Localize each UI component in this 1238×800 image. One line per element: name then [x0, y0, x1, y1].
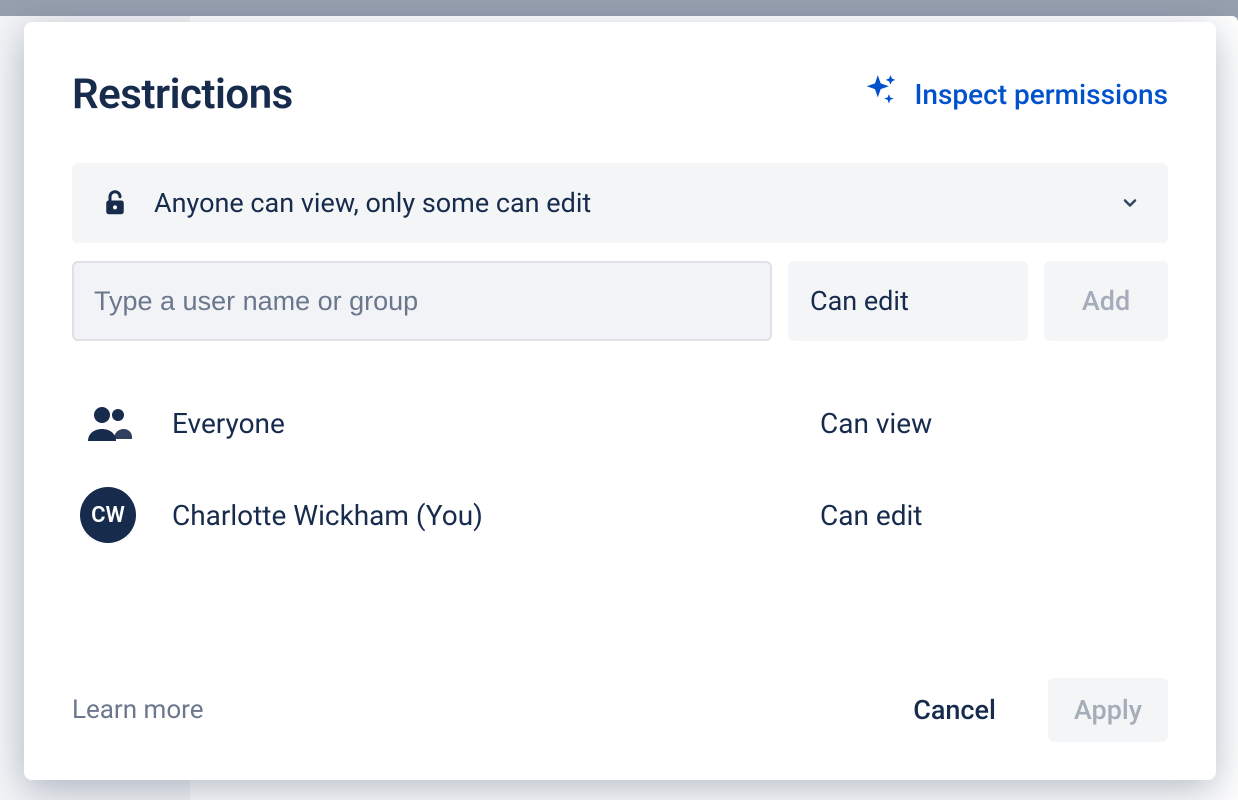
cancel-button[interactable]: Cancel: [887, 678, 1022, 742]
group-icon: [80, 395, 136, 451]
entry-name: Charlotte Wickham (You): [172, 499, 784, 532]
restriction-level-label: Anyone can view, only some can edit: [154, 187, 1096, 219]
add-button-label: Add: [1082, 285, 1130, 317]
modal-title: Restrictions: [72, 70, 293, 119]
entry-permission: Can view: [820, 407, 1160, 440]
new-user-permission-select[interactable]: Can edit: [788, 261, 1028, 341]
inspect-permissions-label: Inspect permissions: [914, 78, 1168, 111]
restriction-level-select[interactable]: Anyone can view, only some can edit: [72, 163, 1168, 243]
apply-button[interactable]: Apply: [1048, 678, 1168, 742]
add-button[interactable]: Add: [1044, 261, 1168, 341]
sparkle-icon: [862, 72, 900, 117]
permission-list: Everyone Can view CW Charlotte Wickham (…: [72, 377, 1168, 561]
avatar: CW: [80, 487, 136, 543]
modal-footer: Learn more Cancel Apply: [72, 678, 1168, 742]
inspect-permissions-link[interactable]: Inspect permissions: [862, 72, 1168, 117]
chevron-down-icon: [1120, 193, 1140, 213]
list-item: Everyone Can view: [72, 377, 1168, 469]
add-user-row: Can edit Add: [72, 261, 1168, 341]
unlock-icon: [100, 188, 130, 218]
avatar-initials: CW: [80, 487, 136, 543]
new-user-permission-label: Can edit: [810, 285, 909, 317]
modal-header: Restrictions Inspect permissions: [72, 70, 1168, 119]
apply-button-label: Apply: [1074, 694, 1142, 726]
cancel-button-label: Cancel: [913, 694, 996, 726]
learn-more-link[interactable]: Learn more: [72, 695, 204, 725]
user-search-input[interactable]: [72, 261, 772, 341]
restrictions-modal: Restrictions Inspect permissions: [24, 22, 1216, 780]
entry-name: Everyone: [172, 407, 784, 440]
entry-permission: Can edit: [820, 499, 1160, 532]
list-item: CW Charlotte Wickham (You) Can edit: [72, 469, 1168, 561]
